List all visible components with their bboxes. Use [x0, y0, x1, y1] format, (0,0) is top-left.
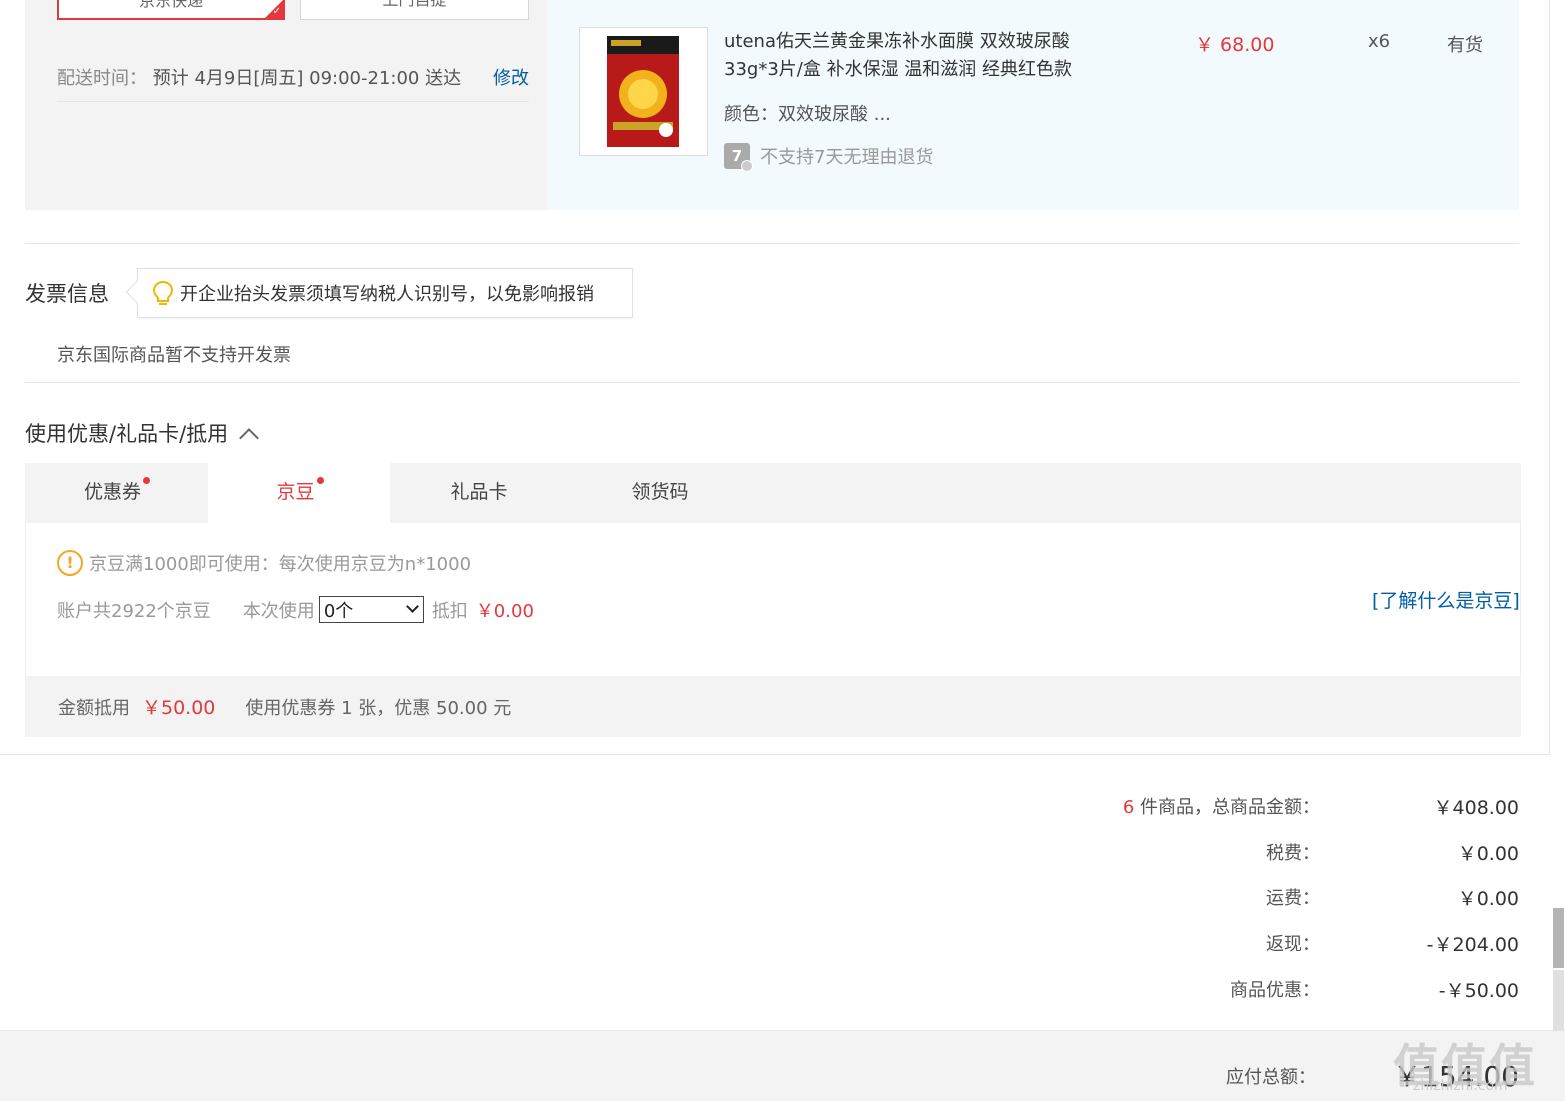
no-return-icon: 7 [724, 143, 753, 172]
check-icon: ✓ [272, 6, 281, 17]
product-name[interactable]: utena佑天兰黄金果冻补水面膜 双效玻尿酸33g*3片/盒 补水保湿 温和滋润… [724, 28, 1104, 84]
beans-amount-value: 0个 [323, 600, 354, 622]
divider [0, 754, 1550, 755]
invoice-tip-text: 开企业抬头发票须填写纳税人识别号，以免影响报销 [180, 284, 594, 305]
return-policy-text: 不支持7天无理由退货 [760, 147, 934, 168]
tab-gift-card[interactable]: 礼品卡 [388, 463, 570, 523]
coupon-summary: 金额抵用 ￥50.00 使用优惠券 1 张，优惠 50.00 元 [25, 676, 1521, 737]
coupon-section-header[interactable]: 使用优惠/礼品卡/抵用 [25, 418, 260, 448]
tab-jd-beans[interactable]: 京豆 [208, 463, 390, 523]
total-goods-label: 6 件商品，总商品金额： [1123, 793, 1320, 819]
chevron-down-icon [405, 600, 419, 613]
coupon-title: 使用优惠/礼品卡/抵用 [25, 422, 229, 446]
product-qty: x6 [1368, 31, 1391, 52]
item-count-label: 件商品，总商品金额： [1140, 797, 1320, 818]
beans-amount-select[interactable]: 0个 [318, 596, 424, 623]
delivery-time-row: 配送时间： 预计 4月9日[周五] 09:00-21:00 送达 修改 [57, 64, 529, 102]
discount-label: 商品优惠： [1230, 980, 1320, 1001]
tab-redeem-code[interactable]: 领货码 [569, 463, 751, 523]
scrollbar-thumb[interactable] [1553, 908, 1564, 968]
exclamation-icon: ! [57, 550, 83, 576]
beans-use-label: 本次使用 [242, 600, 315, 622]
cashback-label: 返现： [1266, 934, 1320, 955]
shipping-option-label: 上门自提 [382, 0, 446, 9]
beans-account: 账户共2922个京豆 [57, 600, 211, 622]
shipping-option-label: 京东快递 [138, 0, 203, 10]
product-color: 颜色：双效玻尿酸 ... [724, 104, 891, 125]
delivery-time-label: 配送时间： [57, 68, 147, 89]
beans-help-link[interactable]: [了解什么是京豆] [1372, 586, 1520, 613]
chevron-up-icon [239, 428, 260, 448]
payable-footer [0, 1030, 1565, 1101]
product-thumbnail[interactable] [579, 27, 708, 156]
cashback-value: -￥204.00 [1426, 934, 1519, 956]
beans-warning: ! 京豆满1000即可使用：每次使用京豆为n*1000 [57, 550, 471, 576]
notify-dot-icon [316, 477, 324, 484]
coupon-tabs: 优惠券 京豆 礼品卡 领货码 [25, 463, 1521, 523]
invoice-note: 京东国际商品暂不支持开发票 [57, 345, 291, 366]
delivery-time-value: 预计 4月9日[周五] 09:00-21:00 送达 [152, 68, 462, 89]
coupon-summary-label: 金额抵用 [58, 697, 130, 719]
item-count: 6 [1122, 797, 1135, 818]
tax-value: ￥0.00 [1457, 843, 1519, 865]
divider [1549, 0, 1550, 755]
divider [25, 243, 1519, 244]
coupon-summary-note: 使用优惠券 1 张，优惠 50.00 元 [245, 697, 512, 719]
return-policy: 7 不支持7天无理由退货 [724, 143, 934, 172]
delivery-edit-link[interactable]: 修改 [493, 64, 529, 90]
discount-value: -￥50.00 [1438, 980, 1519, 1002]
notify-dot-icon [143, 477, 150, 484]
scrollbar-track[interactable] [1553, 970, 1564, 1030]
shipping-fee-label: 运费： [1266, 888, 1320, 909]
shipping-option-jd-express[interactable]: 京东快递 ✓ [57, 0, 285, 20]
invoice-title: 发票信息 [25, 282, 109, 306]
product-image-icon [607, 36, 679, 147]
coupon-summary-value: ￥50.00 [142, 697, 216, 719]
lightbulb-icon [152, 280, 174, 305]
beans-use-row: 账户共2922个京豆 本次使用 0个 抵扣 ￥0.00 [57, 596, 534, 623]
beans-warning-text: 京豆满1000即可使用：每次使用京豆为n*1000 [89, 554, 472, 575]
product-stock: 有货 [1447, 35, 1483, 56]
divider [25, 382, 1519, 383]
shipping-option-pickup[interactable]: 上门自提 [300, 0, 529, 20]
total-goods-value: ￥408.00 [1433, 797, 1519, 819]
product-price: ￥ 68.00 [1195, 34, 1275, 56]
beans-deduct-label: 抵扣 [431, 600, 468, 622]
beans-deduct-value: ￥0.00 [475, 600, 534, 622]
payable-label: 应付总额： [1226, 1067, 1316, 1088]
tax-label: 税费： [1266, 843, 1320, 864]
watermark-url: zhizhizhi.com [1413, 1078, 1508, 1094]
shipping-fee-value: ￥0.00 [1457, 888, 1519, 910]
invoice-tip: 开企业抬头发票须填写纳税人识别号，以免影响报销 [125, 268, 633, 318]
tab-coupon[interactable]: 优惠券 [25, 463, 207, 523]
